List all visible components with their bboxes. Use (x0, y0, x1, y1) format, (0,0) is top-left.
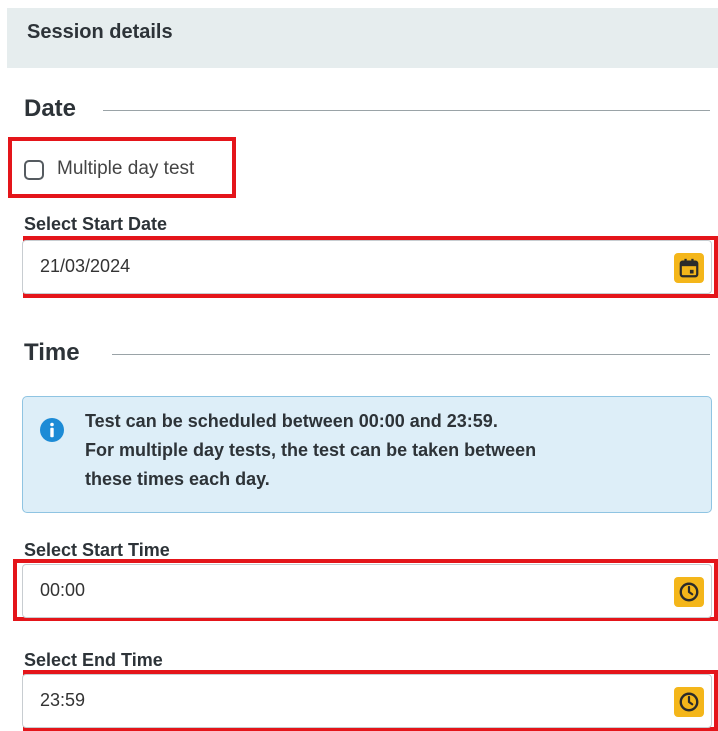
multiple-day-label[interactable]: Multiple day test (57, 158, 194, 180)
info-line: these times each day. (85, 469, 270, 489)
start-time-field[interactable]: 00:00 (22, 564, 712, 618)
calendar-icon (679, 258, 699, 278)
start-time-value: 00:00 (40, 580, 86, 600)
info-line: For multiple day tests, the test can be … (85, 440, 537, 460)
clock-icon (679, 692, 699, 712)
end-time-label: Select End Time (24, 650, 163, 670)
time-info-alert: Test can be scheduled between 00:00 and … (22, 396, 712, 513)
time-info-text: Test can be scheduled between 00:00 and … (85, 407, 695, 494)
time-section-title: Time (24, 339, 80, 366)
start-date-field[interactable]: 21/03/2024 (22, 240, 712, 294)
end-time-field[interactable]: 23:59 (22, 674, 712, 728)
calendar-button[interactable] (674, 253, 704, 283)
start-time-clock-button[interactable] (674, 577, 704, 607)
date-section-title: Date (24, 95, 77, 122)
info-line: Test can be scheduled between 00:00 and … (85, 411, 498, 431)
start-date-value: 21/03/2024 (40, 256, 131, 276)
start-date-label: Select Start Date (24, 214, 168, 234)
session-details-header: Session details (7, 8, 718, 68)
page-title: Session details (27, 21, 173, 43)
date-section-divider (103, 110, 710, 111)
start-time-label: Select Start Time (24, 540, 170, 560)
time-section-divider (112, 354, 710, 355)
end-time-clock-button[interactable] (674, 687, 704, 717)
clock-icon (679, 582, 699, 602)
info-icon (40, 418, 64, 442)
end-time-value: 23:59 (40, 690, 86, 710)
multiple-day-checkbox[interactable] (24, 160, 44, 180)
